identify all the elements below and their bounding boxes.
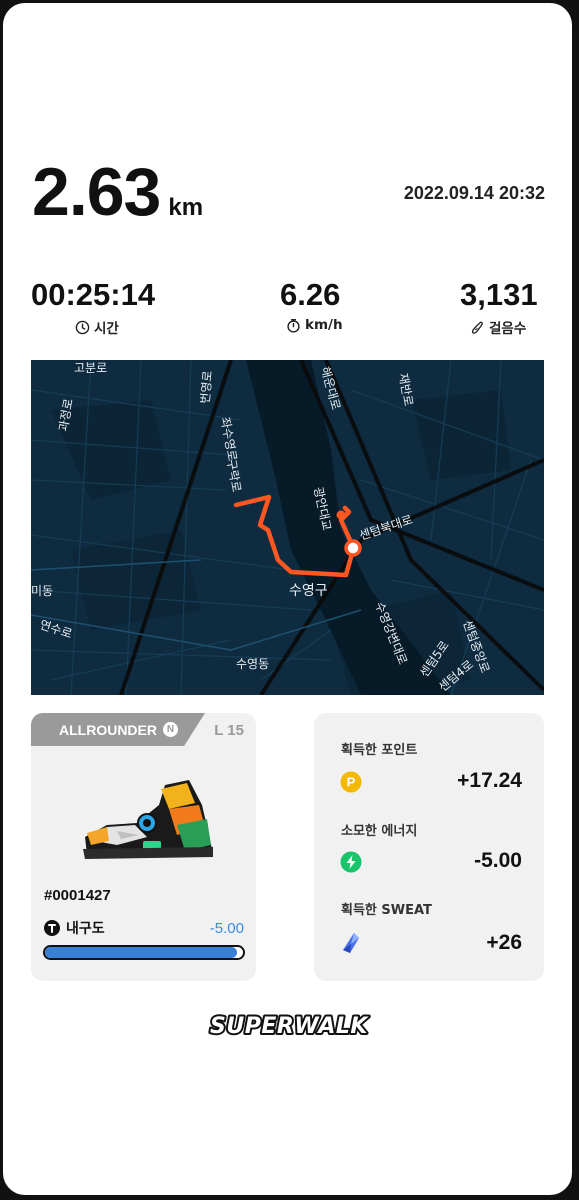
shoe-print-icon (471, 321, 483, 334)
sneaker-id: #0001427 (44, 887, 111, 904)
durability-bar-fill (45, 947, 238, 958)
distance-unit: km (168, 194, 204, 221)
distance-value: 2.63 (32, 154, 161, 230)
durability-icon (44, 920, 60, 936)
sneaker-card[interactable]: ALLROUNDER N L 15 #0001427 내구도 -5.00 (31, 713, 256, 981)
reward-value-energy: -5.00 (474, 849, 522, 872)
energy-bolt-icon (340, 851, 362, 873)
clock-icon (75, 320, 90, 334)
reward-label-sweat: 획득한 SWEAT (341, 903, 432, 918)
sneaker-image (83, 780, 213, 859)
durability-row: 내구도 -5.00 (44, 918, 244, 938)
stopwatch-icon (287, 318, 300, 333)
rewards-card: 획득한 포인트 P +17.24 소모한 에너지 -5.00 획득한 SWEAT… (314, 713, 544, 981)
route-map[interactable]: 고분로 과정로 번영로 좌수영로 구락로 광안대교 해운대로 재반로 센텀북대로… (31, 360, 544, 695)
reward-value-points: +17.24 (457, 769, 522, 792)
durability-delta: -5.00 (209, 919, 244, 937)
stat-speed-value: 6.26 (280, 277, 341, 312)
reward-value-sweat: +26 (486, 931, 522, 954)
map-label: 수영구 (289, 583, 328, 599)
sweat-crystal-icon (343, 933, 359, 953)
brand-text: SUPERWALK (210, 1014, 369, 1039)
sneaker-class-tab: ALLROUNDER N (31, 713, 205, 746)
point-coin-icon: P (340, 771, 362, 793)
stat-speed-label: km/h (305, 317, 343, 333)
workout-datetime: 2022.09.14 20:32 (403, 183, 545, 203)
reward-label-points: 획득한 포인트 (341, 743, 418, 758)
workout-result-screen: 2.63 km 2022.09.14 20:32 00:25:14 시간 6.2… (3, 3, 572, 1195)
superwalk-logo: SUPERWALK (208, 1012, 371, 1041)
sneaker-class-label: ALLROUNDER (59, 721, 157, 738)
stats-row: 00:25:14 시간 6.26 km/h 3,131 걸음수 (31, 277, 546, 347)
svg-text:P: P (347, 775, 356, 790)
durability-label: 내구도 (66, 921, 105, 937)
map-label: 미동 (31, 584, 53, 598)
reward-label-energy: 소모한 에너지 (341, 824, 418, 839)
distance-summary: 2.63 km (32, 153, 203, 231)
rarity-badge: N (163, 722, 178, 737)
durability-bar (43, 945, 245, 960)
stat-speed: 6.26 km/h (280, 277, 343, 333)
stat-time-label: 시간 (94, 321, 119, 337)
stat-steps-label: 걸음수 (489, 321, 527, 337)
stat-time: 00:25:14 시간 (31, 277, 155, 337)
map-label: 수영동 (236, 657, 269, 671)
stat-steps-value: 3,131 (460, 277, 538, 312)
stat-time-value: 00:25:14 (31, 277, 156, 312)
map-label: 번영로 (198, 370, 215, 404)
stat-steps: 3,131 걸음수 (460, 277, 538, 337)
sneaker-level: L 15 (214, 722, 244, 739)
map-label: 고분로 (74, 361, 107, 375)
